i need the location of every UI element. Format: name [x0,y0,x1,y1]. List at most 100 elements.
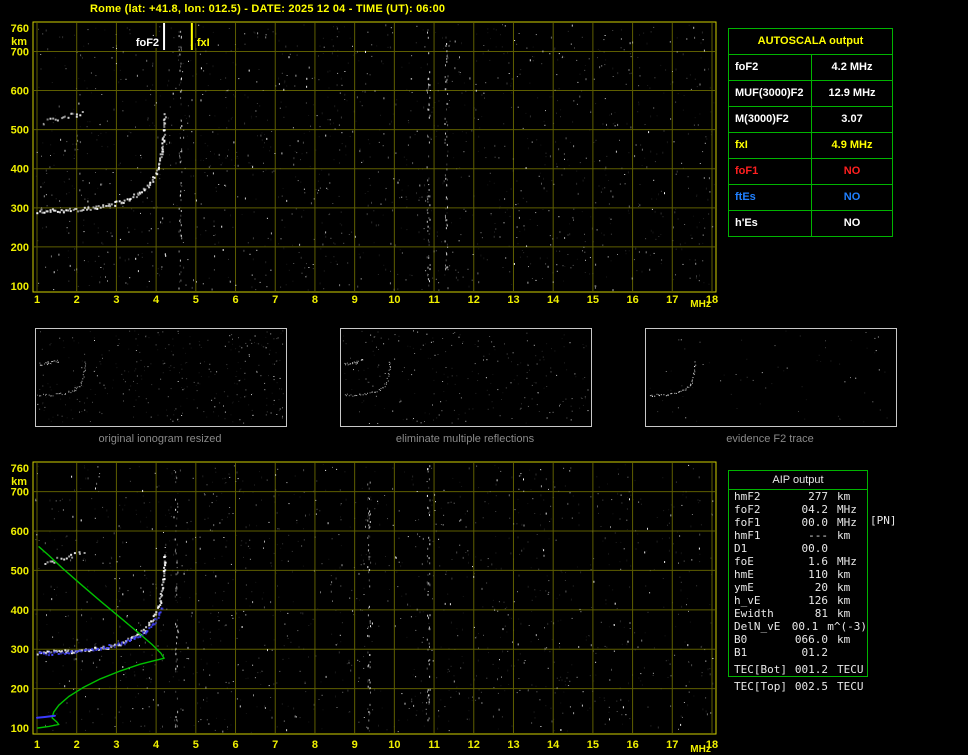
param-label: hmE [734,568,754,581]
param-unit: km [837,607,851,620]
y-tick-label: 400 [11,164,29,176]
param-unit: TECU [837,663,864,676]
y-tick-label: 400 [11,605,29,617]
autoscala-screen: Rome (lat: +41.8, lon: 012.5) - DATE: 20… [0,0,968,755]
param-unit: TECU [837,680,864,693]
x-tick-label: 2 [74,294,80,306]
x-tick-label: 4 [153,294,160,306]
x-tick-label: 14 [547,294,560,306]
param-label: B1 [734,646,748,659]
x-axis-unit-label: MHz [690,744,711,755]
y-tick-label: 200 [11,684,29,696]
echo-trace [42,111,84,126]
x-axis-unit-label: MHz [690,299,711,310]
param-label: M(3000)F2 [729,107,812,132]
param-label: foF2 [729,55,812,80]
param-label: foF2 [734,503,761,516]
param-label: foF1 [734,516,761,529]
param-label: TEC[Top] [734,680,787,693]
noise-dots [649,330,888,423]
x-tick-label: 11 [428,294,440,306]
noise-dots [37,330,284,424]
y-tick-label: 200 [11,242,29,254]
param-unit: km [837,568,851,581]
param-label: Ewidth [734,607,774,620]
thumbnail-caption: evidence F2 trace [726,433,814,445]
f2-trace [649,361,697,397]
param-label: fxI [729,133,812,158]
table-row: hmE 110 km [729,568,867,581]
y-tick-label: 700 [11,46,29,58]
table-row: TEC[Bot] 001.2 TECU [729,663,867,676]
param-label: foE [734,555,754,568]
plot-border [32,21,717,293]
y-tick-label: 700 [11,487,29,499]
table-row: Ewidth 81 km [729,607,867,620]
echo-trace [344,359,364,366]
param-value: 002.5 [794,680,828,693]
x-tick-label: 10 [388,739,400,751]
param-value: 00.0 [801,516,829,529]
param-value: NO [843,191,861,203]
thumbnail-original-plot [37,330,284,424]
x-tick-label: 10 [388,294,400,306]
param-value: 00.0 [801,542,829,555]
table-row: ymE 20 km [729,581,867,594]
param-label: DelN_vE [734,620,781,633]
param-value: 277 [808,490,828,503]
x-tick-label: 5 [193,739,199,751]
table-row: foF1 00.0 MHz [729,516,867,529]
table-row: foF2 4.2 MHz [729,55,892,81]
grid [34,463,715,733]
page-title: Rome (lat: +41.8, lon: 012.5) - DATE: 20… [90,3,446,15]
y-tick-label: 600 [11,526,29,538]
x-tick-label: 12 [468,739,480,751]
x-tick-label: 11 [428,739,440,751]
x-tick-label: 3 [113,739,119,751]
param-label: ftEs [729,185,812,210]
param-label: h_vE [734,594,761,607]
x-tick-label: 17 [666,294,678,306]
x-tick-label: 7 [272,294,278,306]
x-tick-label: 17 [666,739,678,751]
frequency-markers: foF2 fxI [134,23,212,51]
x-tick-label: 13 [507,739,519,751]
autoscala-table-header: AUTOSCALA output [729,29,892,55]
param-value: 4.9 MHz [831,139,873,151]
interference-streaks [174,465,431,730]
table-row: DelN_vE 00.1 m^(-3) [729,620,867,633]
param-label: hmF1 [734,529,761,542]
table-row: D1 00.0 [729,542,867,555]
param-value: 126 [808,594,828,607]
param-unit: km [837,633,851,646]
thumbnail-f2-plot [649,330,888,423]
table-row: TEC[Top] 002.5 TECU [729,680,867,693]
table-row: ftEs NO [729,185,892,211]
x-tick-label: 8 [312,739,318,751]
thumbnail-f2-trace [645,328,897,427]
y-tick-label: 760 [11,463,29,475]
param-label: h'Es [729,211,812,236]
x-tick-label: 12 [468,294,480,306]
param-label: ymE [734,581,754,594]
aip-table-header: AIP output [729,471,867,490]
param-value: NO [843,217,861,229]
x-tick-label: 6 [232,739,238,751]
x-tick-label: 14 [547,739,560,751]
autoscala-table: AUTOSCALA output foF2 4.2 MHz MUF(3000)F… [728,28,893,237]
y-tick-label: 760 [11,23,29,35]
param-label: TEC[Bot] [734,663,787,676]
param-unit: km [837,529,851,542]
table-row: hmF1 --- km [729,529,867,542]
noise-dots [342,330,589,424]
x-tick-label: 16 [626,739,638,751]
param-value: 20 [814,581,828,594]
table-row: foF1 NO [729,159,892,185]
y-tick-label: 500 [11,125,29,137]
param-value: 4.2 MHz [831,61,873,73]
grid [34,23,715,291]
param-value: 066.0 [794,633,828,646]
table-row: B0 066.0 km [729,633,867,646]
param-unit: km [837,581,851,594]
x-tick-label: 15 [587,294,599,306]
